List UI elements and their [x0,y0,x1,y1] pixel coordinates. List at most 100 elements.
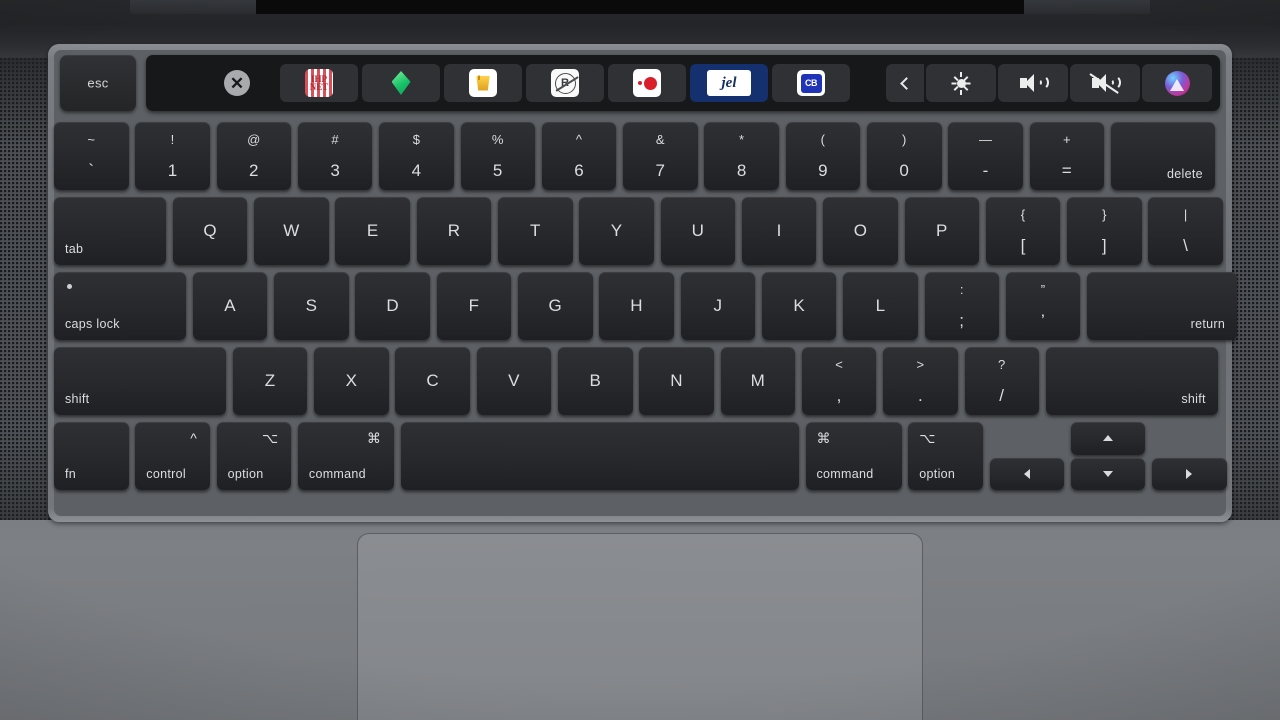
key-t[interactable]: T [498,197,573,265]
key-comma[interactable]: < , [801,347,877,415]
key-0[interactable]: ) 0 [867,122,942,190]
key-z[interactable]: Z [232,347,308,415]
key-g[interactable]: G [518,272,593,340]
key-backslash[interactable]: | \ [1148,197,1223,265]
key-quote[interactable]: ” ’ [1005,272,1081,340]
key-4[interactable]: $ 4 [379,122,454,190]
key-1[interactable]: ! 1 [135,122,210,190]
key-b[interactable]: B [558,347,633,415]
key-n[interactable]: N [639,347,714,415]
key-8[interactable]: * 8 [704,122,779,190]
key-o[interactable]: O [823,197,898,265]
key-i-label: I [776,221,782,240]
key-caps-lock[interactable]: caps lock [54,272,186,340]
key-space[interactable] [400,422,799,490]
key-j[interactable]: J [680,272,756,340]
key-fn[interactable]: fn [54,422,129,490]
key-slash[interactable]: ? / [964,347,1039,415]
key-6[interactable]: ^ 6 [541,122,617,190]
key-bracket-right[interactable]: } ] [1067,197,1142,265]
touchbar-item-stripes-app[interactable]: IHP NET [280,64,358,102]
key-m[interactable]: M [720,347,796,415]
key-comma-label: , [836,386,842,405]
key-l[interactable]: L [843,272,918,340]
key-period-shift-label: > [916,357,925,372]
touchbar-item-jel-app[interactable]: jel [690,64,768,102]
key-tab[interactable]: tab [54,197,166,265]
key-u-label: U [691,221,705,240]
touchbar-control-volume-up[interactable] [998,64,1068,102]
key-9-label: 9 [818,161,828,180]
key-3[interactable]: # 3 [297,122,373,190]
key-arrow-up[interactable] [1070,422,1146,455]
key-x[interactable]: X [314,347,389,415]
key-fn-label: fn [65,467,77,481]
key-w[interactable]: W [254,197,329,265]
key-y[interactable]: Y [579,197,654,265]
touchbar-control-brightness[interactable] [926,64,996,102]
key-p[interactable]: P [904,197,979,265]
key-w-label: W [283,221,300,240]
key-g-label: G [548,296,562,315]
key-tilde[interactable]: ~ ` [54,122,129,190]
key-option-left[interactable]: ⌥ option [216,422,292,490]
touchbar-control-mute[interactable] [1070,64,1140,102]
touchbar-item-circle-mark-app[interactable]: R [526,64,604,102]
touchbar-control-expand-control-strip[interactable] [886,64,924,102]
key-i[interactable]: I [741,197,817,265]
arrow-down-icon [1103,470,1114,477]
key-shift-right[interactable]: shift [1045,347,1218,415]
key-return-label: return [1190,317,1226,331]
key-option-left-label: option [227,467,264,481]
key-c[interactable]: C [395,347,470,415]
touchbar-esc-button[interactable]: esc [60,55,136,111]
key-semicolon[interactable]: : ; [924,272,999,340]
key-option-right-label: option [919,467,956,481]
key-command-left-label: command [308,467,366,481]
trackpad[interactable] [357,533,923,720]
key-9[interactable]: ( 9 [785,122,861,190]
red-dot-icon [633,69,661,97]
key-h[interactable]: H [599,272,674,340]
touchbar-item-leaf-app[interactable] [362,64,440,102]
key-d[interactable]: D [355,272,430,340]
touchbar-screen: ✕ IHP NET Rjel CB [146,55,1220,111]
key-r-label: R [447,221,461,240]
key-k[interactable]: K [761,272,837,340]
key-s-label: S [305,296,318,315]
key-option-right[interactable]: ⌥ option [908,422,983,490]
key-q[interactable]: Q [172,197,248,265]
key-delete[interactable]: delete [1110,122,1215,190]
key-control[interactable]: ^ control [135,422,210,490]
key-command-right[interactable]: ⌘ command [805,422,902,490]
touchbar-item-cb-app[interactable]: CB [772,64,850,102]
key-v[interactable]: V [476,347,552,415]
key-slash-label: / [999,386,1005,405]
key-s[interactable]: S [274,272,349,340]
key-d-label: D [386,296,399,315]
key-7[interactable]: & 7 [623,122,698,190]
key-e[interactable]: E [335,197,410,265]
key-arrow-right[interactable] [1152,457,1227,490]
key-shift-left[interactable]: shift [54,347,226,415]
touchbar-item-close-button[interactable]: ✕ [198,64,276,102]
key-arrow-down[interactable] [1070,457,1146,490]
key-command-left[interactable]: ⌘ command [297,422,394,490]
key-2[interactable]: @ 2 [216,122,292,190]
key-return[interactable]: return [1087,272,1238,340]
key-f[interactable]: F [436,272,512,340]
key-arrow-left[interactable] [989,457,1065,490]
touchbar-item-red-dot-app[interactable] [608,64,686,102]
key-r[interactable]: R [416,197,492,265]
key-a[interactable]: A [192,272,268,340]
touchbar-item-bucket-app[interactable] [444,64,522,102]
key-5[interactable]: % 5 [460,122,535,190]
key-8-label: 8 [736,161,747,180]
touchbar-control-siri[interactable] [1142,64,1212,102]
key-minus[interactable]: — - [948,122,1023,190]
key-caps-lock-label: caps lock [65,317,120,331]
key-period[interactable]: > . [883,347,958,415]
key-equal[interactable]: + = [1029,122,1105,190]
key-bracket-left[interactable]: { [ [985,197,1061,265]
key-u[interactable]: U [660,197,736,265]
